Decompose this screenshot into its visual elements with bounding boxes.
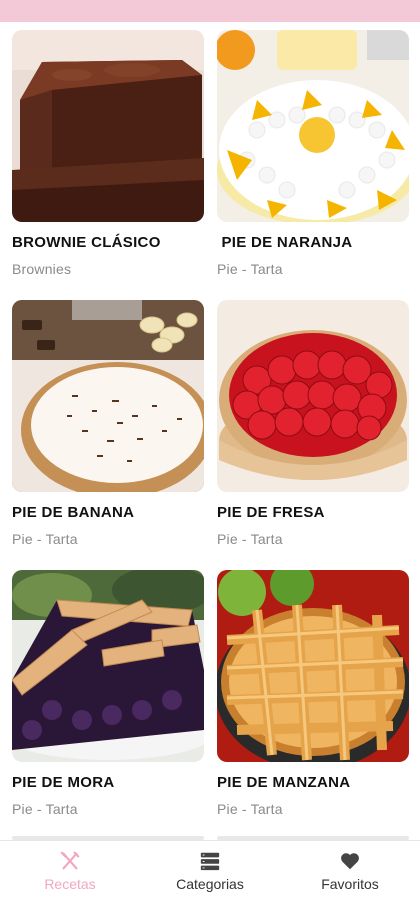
nav-label: Recetas xyxy=(44,875,96,892)
recipe-grid: BROWNIE CLÁSICO Brownies PIE DE NARANJA … xyxy=(12,30,410,840)
nav-recetas[interactable]: Recetas xyxy=(0,841,140,900)
brownie-photo xyxy=(12,30,204,222)
recipe-title: PIE DE MANZANA xyxy=(217,774,351,791)
utensils-icon xyxy=(60,851,80,869)
recipe-category: Pie - Tarta xyxy=(12,531,78,547)
list-icon xyxy=(200,852,220,870)
recipe-title: PIE DE MORA xyxy=(12,774,115,791)
banana-pie-photo xyxy=(12,300,204,492)
recipe-title: BROWNIE CLÁSICO xyxy=(12,234,161,251)
orange-pie-photo xyxy=(217,30,409,222)
apple-pie-photo xyxy=(217,570,409,762)
bottom-navigation: Recetas Categorias Favoritos xyxy=(0,840,420,900)
app-screen: BROWNIE CLÁSICO Brownies PIE DE NARANJA … xyxy=(0,0,420,900)
strawberry-pie-photo xyxy=(217,300,409,492)
nav-label: Favoritos xyxy=(321,875,379,892)
recipe-category: Pie - Tarta xyxy=(217,801,283,817)
nav-categorias[interactable]: Categorias xyxy=(140,841,280,900)
recipe-category: Brownies xyxy=(12,261,72,277)
recipe-category: Pie - Tarta xyxy=(217,261,283,277)
recipe-card[interactable]: PIE DE FRESA Pie - Tarta xyxy=(217,300,409,570)
recipe-category: Pie - Tarta xyxy=(12,801,78,817)
recipe-title: PIE DE NARANJA xyxy=(217,234,353,251)
heart-icon xyxy=(341,852,359,869)
recipe-card[interactable]: PIE DE BANANA Pie - Tarta xyxy=(12,300,204,570)
recipe-card[interactable]: PIE DE NARANJA Pie - Tarta xyxy=(217,30,409,300)
recipe-title: PIE DE BANANA xyxy=(12,504,135,521)
recipe-card[interactable]: BROWNIE CLÁSICO Brownies xyxy=(12,30,204,300)
nav-label: Categorias xyxy=(176,875,244,892)
top-bar xyxy=(0,0,420,22)
nav-favoritos[interactable]: Favoritos xyxy=(280,841,420,900)
recipe-card[interactable]: PIE DE MANZANA Pie - Tarta xyxy=(217,570,409,840)
recipe-category: Pie - Tarta xyxy=(217,531,283,547)
recipe-title: PIE DE FRESA xyxy=(217,504,325,521)
blackberry-pie-photo xyxy=(12,570,204,762)
recipe-card[interactable]: PIE DE MORA Pie - Tarta xyxy=(12,570,204,840)
